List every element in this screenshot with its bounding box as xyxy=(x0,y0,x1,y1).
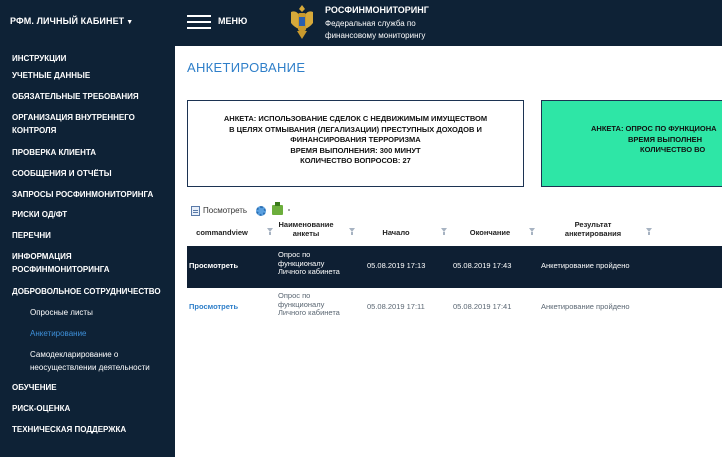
sidebar-item-tech-support[interactable]: ТЕХНИЧЕСКАЯ ПОДДЕРЖКА xyxy=(12,423,172,436)
export-icon[interactable] xyxy=(272,202,283,215)
survey-card-real-estate[interactable]: АНКЕТА: ИСПОЛЬЗОВАНИЕ СДЕЛОК С НЕДВИЖИМЫ… xyxy=(187,100,524,187)
sidebar-item-rfm-requests[interactable]: ЗАПРОСЫ РОСФИНМОНИТОРИНГА xyxy=(12,188,172,201)
filter-icon[interactable] xyxy=(441,228,447,236)
column-header-name[interactable]: Наименование анкеты xyxy=(275,220,337,244)
card-line: В ЦЕЛЯХ ОТМЫВАНИЯ (ЛЕГАЛИЗАЦИИ) ПРЕСТУПН… xyxy=(229,124,482,134)
cell-result: Анкетирование пройдено xyxy=(541,261,630,270)
sidebar: ИНСТРУКЦИИ УЧЕТНЫЕ ДАННЫЕ ОБЯЗАТЕЛЬНЫЕ Т… xyxy=(0,46,175,457)
sidebar-item-risks[interactable]: РИСКИ ОД/ФТ xyxy=(12,208,172,221)
brand-subtitle: Федеральная служба по финансовому монито… xyxy=(325,18,425,42)
filter-icon[interactable] xyxy=(349,228,355,236)
page-title: АНКЕТИРОВАНИЕ xyxy=(187,60,306,75)
sidebar-item-messages-reports[interactable]: СООБЩЕНИЯ И ОТЧЁТЫ xyxy=(12,167,172,180)
sidebar-item-lists[interactable]: ПЕРЕЧНИ xyxy=(12,229,172,242)
top-header: РФМ. ЛИЧНЫЙ КАБИНЕТ ▼ МЕНЮ РОСФИНМОНИТОРИ… xyxy=(0,0,722,46)
table-row[interactable]: Просмотреть Опрос по функционалу Личного… xyxy=(187,288,722,330)
cabinet-title-label: РФМ. ЛИЧНЫЙ КАБИНЕТ xyxy=(10,16,125,26)
survey-card-cabinet-functionality[interactable]: АНКЕТА: ОПРОС ПО ФУНКЦИОНА ВРЕМЯ ВЫПОЛНЕ… xyxy=(541,100,722,187)
sidebar-item-internal-control[interactable]: ОРГАНИЗАЦИЯ ВНУТРЕННЕГО КОНТРОЛЯ xyxy=(12,111,152,137)
sidebar-item-training[interactable]: ОБУЧЕНИЕ xyxy=(12,381,172,394)
view-button[interactable]: Посмотреть xyxy=(191,206,247,216)
cell-result: Анкетирование пройдено xyxy=(541,302,630,311)
card-line: ФИНАНСИРОВАНИЯ ТЕРРОРИЗМА xyxy=(290,135,421,144)
card-line: ВРЕМЯ ВЫПОЛНЕН xyxy=(628,134,703,144)
card-line: АНКЕТА: ОПРОС ПО ФУНКЦИОНА xyxy=(591,124,717,133)
cell-start: 05.08.2019 17:11 xyxy=(367,302,425,311)
card-line: ВРЕМЯ ВЫПОЛНЕНИЯ: 300 МИНУТ xyxy=(290,145,421,155)
card-line: КОЛИЧЕСТВО ВО xyxy=(640,145,706,154)
cabinet-dropdown[interactable]: РФМ. ЛИЧНЫЙ КАБИНЕТ ▼ xyxy=(10,16,133,26)
filter-icon[interactable] xyxy=(529,228,535,236)
cell-start: 05.08.2019 17:13 xyxy=(367,261,426,270)
sidebar-item-instructions[interactable]: ИНСТРУКЦИИ xyxy=(12,52,172,65)
hamburger-icon xyxy=(187,14,211,30)
card-line: КОЛИЧЕСТВО ВОПРОСОВ: 27 xyxy=(300,156,411,165)
menu-label: МЕНЮ xyxy=(218,16,248,26)
sidebar-subitem-surveys[interactable]: Анкетирование xyxy=(30,327,170,340)
view-link[interactable]: Просмотреть xyxy=(189,261,238,271)
sidebar-item-client-check[interactable]: ПРОВЕРКА КЛИЕНТА xyxy=(12,146,172,159)
cell-end: 05.08.2019 17:41 xyxy=(453,302,512,311)
brand-name: РОСФИНМОНИТОРИНГ xyxy=(325,5,429,15)
card-line: АНКЕТА: ИСПОЛЬЗОВАНИЕ СДЕЛОК С НЕДВИЖИМЫ… xyxy=(223,114,488,123)
filter-icon[interactable] xyxy=(267,228,273,236)
emblem-icon xyxy=(291,5,313,39)
filter-icon[interactable] xyxy=(646,228,652,236)
column-header-result[interactable]: Результат анкетирования xyxy=(553,220,633,244)
cell-end: 05.08.2019 17:43 xyxy=(453,261,512,270)
sidebar-subitem-questionnaires[interactable]: Опросные листы xyxy=(30,306,170,319)
menu-button[interactable]: МЕНЮ xyxy=(187,11,267,33)
sidebar-item-requirements[interactable]: ОБЯЗАТЕЛЬНЫЕ ТРЕБОВАНИЯ xyxy=(12,90,172,103)
sidebar-item-voluntary-cooperation[interactable]: ДОБРОВОЛЬНОЕ СОТРУДНИЧЕСТВО xyxy=(12,285,172,298)
sidebar-subitem-self-declaration[interactable]: Самодекларирование о неосуществлении дея… xyxy=(30,348,160,374)
caret-down-icon: ▼ xyxy=(126,19,134,26)
brand-subtitle-line1: Федеральная служба по xyxy=(325,19,416,28)
view-link[interactable]: Просмотреть xyxy=(189,302,238,312)
document-icon xyxy=(191,206,200,216)
sidebar-item-risk-assessment[interactable]: РИСК-ОЦЕНКА xyxy=(12,402,172,415)
sidebar-item-account-data[interactable]: УЧЕТНЫЕ ДАННЫЕ xyxy=(12,69,172,82)
settings-gear-icon[interactable] xyxy=(256,206,266,216)
cell-survey-name: Опрос по функционалу Личного кабинета xyxy=(278,250,340,276)
sidebar-item-rfm-info[interactable]: ИНФОРМАЦИЯ РОСФИНМОНИТОРИНГА xyxy=(12,250,132,276)
brand-subtitle-line2: финансовому мониторингу xyxy=(325,31,426,40)
view-button-label: Посмотреть xyxy=(203,206,248,216)
cell-survey-name: Опрос по функционалу Личного кабинета xyxy=(278,291,340,317)
table-row[interactable]: Просмотреть Опрос по функционалу Личного… xyxy=(187,246,722,288)
main-content: АНКЕТИРОВАНИЕ АНКЕТА: ИСПОЛЬЗОВАНИЕ СДЕЛ… xyxy=(175,46,722,457)
more-dot-icon xyxy=(288,209,290,211)
